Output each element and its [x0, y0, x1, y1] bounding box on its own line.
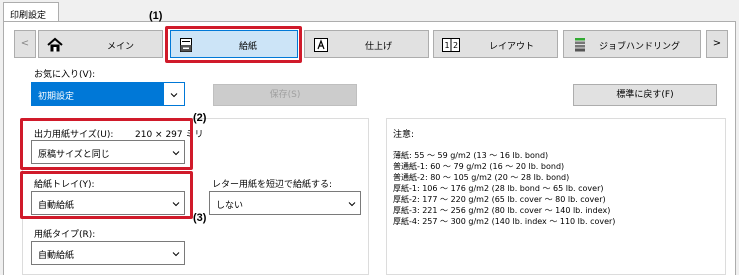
chevron-down-icon	[172, 252, 180, 257]
favorites-value: 初期設定	[38, 92, 75, 102]
svg-text:1: 1	[445, 41, 450, 50]
note-line: 厚紙-4: 257 ～ 300 g/m2 (140 lb. index ～ 11…	[393, 217, 616, 226]
note-line: 厚紙-1: 106 ～ 176 g/m2 (28 lb. bond ～ 65 l…	[393, 184, 604, 193]
note-line: 厚紙-2: 177 ～ 220 g/m2 (65 lb. cover ～ 80 …	[393, 195, 606, 204]
svg-text:2: 2	[453, 41, 458, 50]
paper-type-select[interactable]: 自動給紙	[31, 241, 185, 265]
notes-list: 薄紙: 55 ～ 59 g/m2 (13 ～ 16 lb. bond) 普通紙-…	[393, 150, 615, 227]
callout-1: (1)	[149, 10, 163, 22]
finishing-letter-a-icon	[314, 38, 328, 52]
tab-job-handling[interactable]: ジョブハンドリング	[563, 30, 701, 58]
letter-rotate-value: しない	[216, 201, 244, 211]
tab-finishing[interactable]: 仕上げ	[304, 30, 429, 58]
tab-finishing-label: 仕上げ	[365, 42, 393, 52]
letter-rotate-label: レター用紙を短辺で給紙する:	[212, 180, 333, 190]
note-line: 薄紙: 55 ～ 59 g/m2 (13 ～ 16 lb. bond)	[393, 151, 549, 160]
home-icon	[47, 37, 63, 52]
note-line: 厚紙-3: 221 ～ 256 g/m2 (80 lb. cover ～ 140…	[393, 206, 611, 215]
note-line: 普通紙-1: 60 ～ 79 g/m2 (16 ～ 20 lb. bond)	[393, 162, 565, 171]
chevron-down-icon	[348, 202, 356, 207]
favorites-select[interactable]: 初期設定	[31, 82, 185, 106]
nav-prev-button[interactable]: <	[14, 30, 36, 58]
paper-type-label: 用紙タイプ(R):	[34, 230, 96, 240]
tab-layout[interactable]: 1 2 レイアウト	[433, 30, 558, 58]
tab-job-handling-label: ジョブハンドリング	[599, 42, 681, 52]
chevron-down-icon	[170, 93, 178, 98]
highlight-box-2	[20, 118, 193, 170]
paper-type-value: 自動給紙	[38, 251, 75, 261]
tab-layout-label: レイアウト	[489, 42, 535, 52]
notes-title: 注意:	[393, 130, 415, 140]
callout-3: (3)	[193, 212, 207, 224]
highlight-box-1	[165, 26, 302, 63]
nav-next-button[interactable]: >	[706, 30, 728, 58]
tab-main[interactable]: メイン	[38, 30, 163, 58]
layout-1-2-icon: 1 2	[442, 38, 460, 52]
print-settings-tab[interactable]: 印刷設定	[3, 2, 59, 22]
tab-main-label: メイン	[107, 42, 135, 52]
save-favorite-button[interactable]: 保存(S)	[213, 84, 357, 106]
letter-rotate-select[interactable]: しない	[209, 191, 361, 215]
callout-2: (2)	[193, 112, 207, 124]
job-stack-icon	[575, 38, 585, 52]
favorites-label: お気に入り(V):	[34, 70, 96, 80]
reset-defaults-button[interactable]: 標準に戻す(F)	[573, 84, 717, 106]
note-line: 普通紙-2: 80 ～ 105 g/m2 (20 ～ 28 lb. bond)	[393, 173, 570, 182]
highlight-box-3	[20, 171, 193, 219]
